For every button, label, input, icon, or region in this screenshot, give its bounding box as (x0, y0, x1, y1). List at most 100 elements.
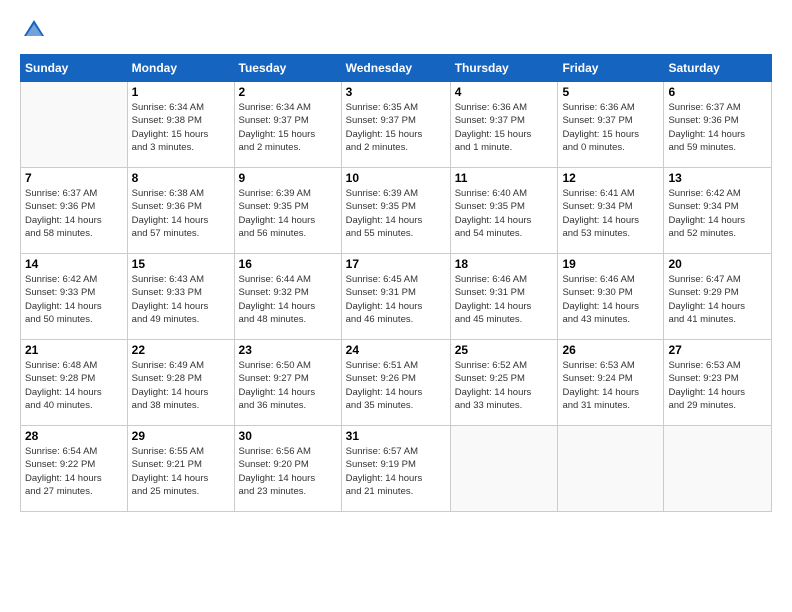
calendar-cell: 5Sunrise: 6:36 AMSunset: 9:37 PMDaylight… (558, 82, 664, 168)
day-info: Sunrise: 6:39 AMSunset: 9:35 PMDaylight:… (239, 187, 337, 240)
day-number: 2 (239, 85, 337, 99)
day-number: 3 (346, 85, 446, 99)
day-number: 4 (455, 85, 554, 99)
day-number: 9 (239, 171, 337, 185)
day-info: Sunrise: 6:45 AMSunset: 9:31 PMDaylight:… (346, 273, 446, 326)
calendar-cell: 1 Sunrise: 6:34 AMSunset: 9:38 PMDaylight… (127, 82, 234, 168)
day-info: Sunrise: 6:36 AMSunset: 9:37 PMDaylight:… (562, 101, 659, 154)
day-info: Sunrise: 6:37 AMSunset: 9:36 PMDaylight:… (668, 101, 767, 154)
day-number: 24 (346, 343, 446, 357)
header (20, 16, 772, 44)
week-row-1: 7 Sunrise: 6:37 AMSunset: 9:36 PMDaylight… (21, 168, 772, 254)
calendar-cell: 23 Sunrise: 6:50 AMSunset: 9:27 PMDayligh… (234, 340, 341, 426)
day-number: 1 (132, 85, 230, 99)
calendar-cell: 28 Sunrise: 6:54 AMSunset: 9:22 PMDayligh… (21, 426, 128, 512)
day-number: 7 (25, 171, 123, 185)
day-number: 21 (25, 343, 123, 357)
day-info: Sunrise: 6:50 AMSunset: 9:27 PMDaylight:… (239, 359, 337, 412)
calendar-cell: 6 Sunrise: 6:37 AMSunset: 9:36 PMDaylight… (664, 82, 772, 168)
week-row-2: 14Sunrise: 6:42 AMSunset: 9:33 PMDayligh… (21, 254, 772, 340)
day-info: Sunrise: 6:56 AMSunset: 9:20 PMDaylight:… (239, 445, 337, 498)
calendar-cell: 24 Sunrise: 6:51 AMSunset: 9:26 PMDayligh… (341, 340, 450, 426)
day-info: Sunrise: 6:47 AMSunset: 9:29 PMDaylight:… (668, 273, 767, 326)
calendar-cell: 14Sunrise: 6:42 AMSunset: 9:33 PMDayligh… (21, 254, 128, 340)
day-info: Sunrise: 6:43 AMSunset: 9:33 PMDaylight:… (132, 273, 230, 326)
calendar-cell (21, 82, 128, 168)
calendar-cell: 12Sunrise: 6:41 AMSunset: 9:34 PMDayligh… (558, 168, 664, 254)
day-info: Sunrise: 6:34 AMSunset: 9:38 PMDaylight:… (132, 101, 230, 154)
day-info: Sunrise: 6:46 AMSunset: 9:31 PMDaylight:… (455, 273, 554, 326)
day-number: 14 (25, 257, 123, 271)
weekday-header-friday: Friday (558, 55, 664, 82)
logo-icon (20, 16, 48, 44)
weekday-header-thursday: Thursday (450, 55, 558, 82)
calendar-cell (558, 426, 664, 512)
calendar-cell: 8Sunrise: 6:38 AMSunset: 9:36 PMDaylight… (127, 168, 234, 254)
day-info: Sunrise: 6:35 AMSunset: 9:37 PMDaylight:… (346, 101, 446, 154)
day-info: Sunrise: 6:55 AMSunset: 9:21 PMDaylight:… (132, 445, 230, 498)
day-number: 17 (346, 257, 446, 271)
day-number: 13 (668, 171, 767, 185)
calendar-cell (450, 426, 558, 512)
day-info: Sunrise: 6:40 AMSunset: 9:35 PMDaylight:… (455, 187, 554, 240)
calendar-table: SundayMondayTuesdayWednesdayThursdayFrid… (20, 54, 772, 512)
calendar-cell: 4 Sunrise: 6:36 AMSunset: 9:37 PMDaylight… (450, 82, 558, 168)
week-row-4: 28 Sunrise: 6:54 AMSunset: 9:22 PMDayligh… (21, 426, 772, 512)
calendar-cell: 13 Sunrise: 6:42 AMSunset: 9:34 PMDayligh… (664, 168, 772, 254)
calendar-cell: 20 Sunrise: 6:47 AMSunset: 9:29 PMDayligh… (664, 254, 772, 340)
calendar-cell: 16Sunrise: 6:44 AMSunset: 9:32 PMDayligh… (234, 254, 341, 340)
calendar-cell (664, 426, 772, 512)
calendar-cell: 18 Sunrise: 6:46 AMSunset: 9:31 PMDayligh… (450, 254, 558, 340)
day-info: Sunrise: 6:53 AMSunset: 9:24 PMDaylight:… (562, 359, 659, 412)
day-number: 27 (668, 343, 767, 357)
calendar-body: 1 Sunrise: 6:34 AMSunset: 9:38 PMDaylight… (21, 82, 772, 512)
day-number: 15 (132, 257, 230, 271)
calendar-cell: 3 Sunrise: 6:35 AMSunset: 9:37 PMDaylight… (341, 82, 450, 168)
weekday-row: SundayMondayTuesdayWednesdayThursdayFrid… (21, 55, 772, 82)
day-number: 25 (455, 343, 554, 357)
calendar-cell: 11 Sunrise: 6:40 AMSunset: 9:35 PMDayligh… (450, 168, 558, 254)
day-info: Sunrise: 6:37 AMSunset: 9:36 PMDaylight:… (25, 187, 123, 240)
calendar-cell: 17 Sunrise: 6:45 AMSunset: 9:31 PMDayligh… (341, 254, 450, 340)
day-info: Sunrise: 6:53 AMSunset: 9:23 PMDaylight:… (668, 359, 767, 412)
day-info: Sunrise: 6:49 AMSunset: 9:28 PMDaylight:… (132, 359, 230, 412)
day-info: Sunrise: 6:52 AMSunset: 9:25 PMDaylight:… (455, 359, 554, 412)
day-info: Sunrise: 6:46 AMSunset: 9:30 PMDaylight:… (562, 273, 659, 326)
day-info: Sunrise: 6:38 AMSunset: 9:36 PMDaylight:… (132, 187, 230, 240)
calendar-cell: 29Sunrise: 6:55 AMSunset: 9:21 PMDayligh… (127, 426, 234, 512)
calendar-cell: 19 Sunrise: 6:46 AMSunset: 9:30 PMDayligh… (558, 254, 664, 340)
day-info: Sunrise: 6:57 AMSunset: 9:19 PMDaylight:… (346, 445, 446, 498)
day-info: Sunrise: 6:39 AMSunset: 9:35 PMDaylight:… (346, 187, 446, 240)
day-number: 10 (346, 171, 446, 185)
day-number: 20 (668, 257, 767, 271)
day-info: Sunrise: 6:54 AMSunset: 9:22 PMDaylight:… (25, 445, 123, 498)
calendar-cell: 10 Sunrise: 6:39 AMSunset: 9:35 PMDayligh… (341, 168, 450, 254)
weekday-header-monday: Monday (127, 55, 234, 82)
day-number: 6 (668, 85, 767, 99)
day-number: 23 (239, 343, 337, 357)
day-info: Sunrise: 6:41 AMSunset: 9:34 PMDaylight:… (562, 187, 659, 240)
page: SundayMondayTuesdayWednesdayThursdayFrid… (0, 0, 792, 522)
calendar-cell: 22 Sunrise: 6:49 AMSunset: 9:28 PMDayligh… (127, 340, 234, 426)
day-number: 22 (132, 343, 230, 357)
calendar-cell: 26 Sunrise: 6:53 AMSunset: 9:24 PMDayligh… (558, 340, 664, 426)
day-info: Sunrise: 6:44 AMSunset: 9:32 PMDaylight:… (239, 273, 337, 326)
calendar-cell: 9 Sunrise: 6:39 AMSunset: 9:35 PMDaylight… (234, 168, 341, 254)
calendar-cell: 25 Sunrise: 6:52 AMSunset: 9:25 PMDayligh… (450, 340, 558, 426)
day-info: Sunrise: 6:42 AMSunset: 9:34 PMDaylight:… (668, 187, 767, 240)
day-number: 19 (562, 257, 659, 271)
calendar-cell: 7 Sunrise: 6:37 AMSunset: 9:36 PMDaylight… (21, 168, 128, 254)
day-number: 11 (455, 171, 554, 185)
day-number: 18 (455, 257, 554, 271)
day-number: 28 (25, 429, 123, 443)
logo (20, 16, 52, 44)
day-info: Sunrise: 6:51 AMSunset: 9:26 PMDaylight:… (346, 359, 446, 412)
calendar-cell: 21Sunrise: 6:48 AMSunset: 9:28 PMDayligh… (21, 340, 128, 426)
day-info: Sunrise: 6:36 AMSunset: 9:37 PMDaylight:… (455, 101, 554, 154)
day-info: Sunrise: 6:34 AMSunset: 9:37 PMDaylight:… (239, 101, 337, 154)
week-row-3: 21Sunrise: 6:48 AMSunset: 9:28 PMDayligh… (21, 340, 772, 426)
weekday-header-wednesday: Wednesday (341, 55, 450, 82)
day-number: 26 (562, 343, 659, 357)
calendar-cell: 31Sunrise: 6:57 AMSunset: 9:19 PMDayligh… (341, 426, 450, 512)
calendar-cell: 2 Sunrise: 6:34 AMSunset: 9:37 PMDaylight… (234, 82, 341, 168)
